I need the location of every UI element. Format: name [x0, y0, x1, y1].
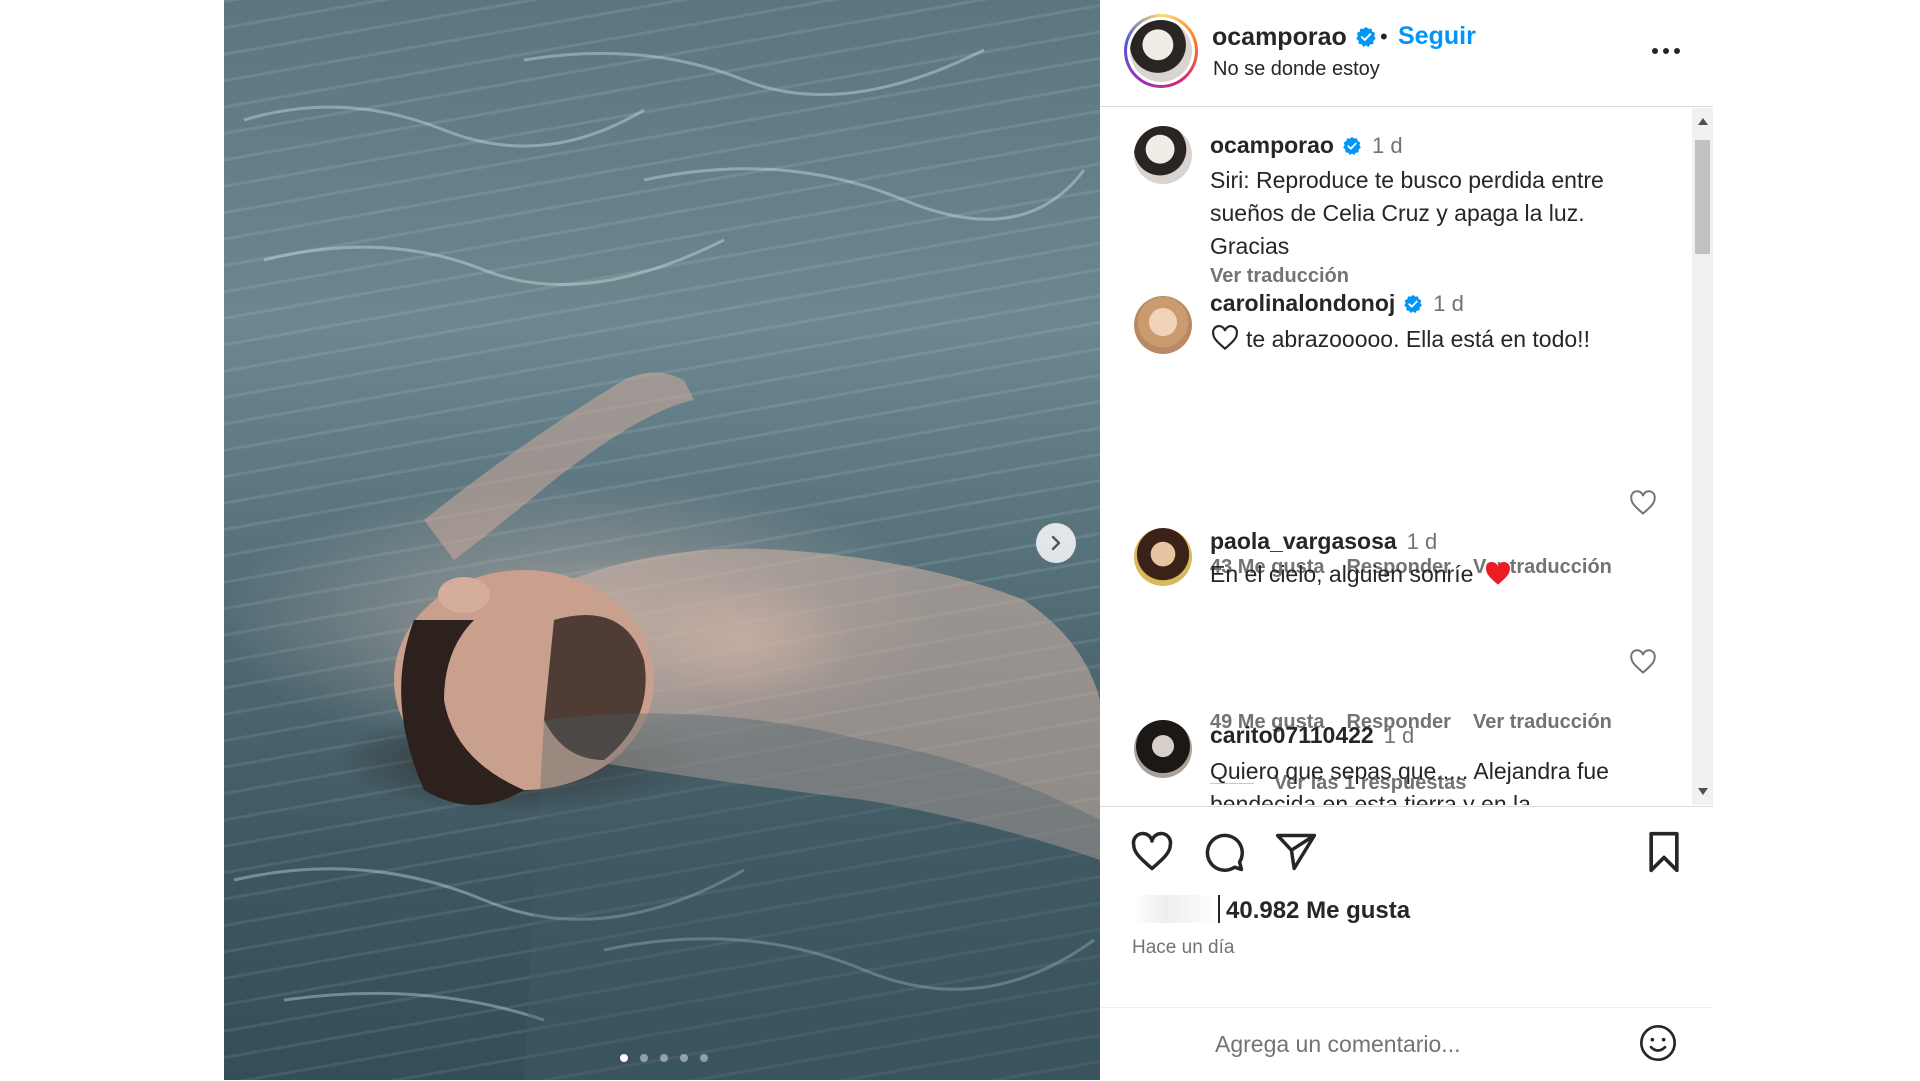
translate-link[interactable]: Ver traducción — [1473, 711, 1612, 734]
author-username-text[interactable]: ocamporao — [1212, 23, 1347, 51]
heart-icon — [1131, 831, 1173, 870]
post-photo[interactable] — [224, 0, 1100, 1080]
author-username[interactable]: ocamporao — [1212, 23, 1377, 52]
post-header: ocamporao • Seguir No se donde estoy — [1100, 0, 1713, 107]
translate-link[interactable]: Ver traducción — [1210, 265, 1349, 288]
comment-time[interactable]: 1 d — [1433, 291, 1464, 316]
like-comment-button[interactable] — [1628, 648, 1658, 678]
red-heart-emoji-icon — [1486, 562, 1511, 585]
avatar[interactable] — [1134, 528, 1192, 586]
scrollbar-thumb[interactable] — [1695, 140, 1710, 254]
post-timestamp[interactable]: Hace un día — [1132, 937, 1234, 959]
verified-badge-icon — [1404, 294, 1423, 314]
comment-username[interactable]: carolinalondonoj 1 d — [1210, 290, 1464, 317]
avatar — [1130, 20, 1192, 82]
post-details-panel: ocamporao • Seguir No se donde estoy oca… — [1100, 0, 1713, 1080]
heart-outline-icon — [1630, 489, 1656, 515]
scroll-up-arrow-icon[interactable] — [1698, 118, 1708, 125]
bookmark-icon — [1649, 831, 1679, 872]
likes-count[interactable]: 40.982 Me gusta — [1132, 895, 1410, 925]
share-button[interactable] — [1272, 829, 1320, 877]
like-button[interactable] — [1128, 829, 1176, 877]
carousel-indicator — [620, 1054, 708, 1062]
comments-scrollbar[interactable] — [1692, 108, 1713, 805]
comment-text: En el cielo, alguien sonríe — [1210, 558, 1650, 591]
carousel-dot — [620, 1054, 628, 1062]
carousel-dot — [660, 1054, 668, 1062]
carousel-next-button[interactable] — [1036, 523, 1076, 563]
comment-text: Quiero que sepas que..... Alejandra fue … — [1210, 758, 1609, 805]
comment-text: te abrazooooo. Ella está en todo!! — [1210, 323, 1610, 356]
verified-badge-icon — [1343, 136, 1361, 156]
location-label[interactable]: No se donde estoy — [1213, 58, 1380, 81]
comment-input[interactable] — [1215, 1024, 1615, 1064]
photo-scene — [233, 48, 1100, 1080]
more-options-button[interactable] — [1652, 36, 1696, 66]
story-ring[interactable] — [1124, 14, 1198, 88]
avatar[interactable] — [1134, 720, 1192, 778]
comment-time[interactable]: 1 d — [1372, 133, 1403, 158]
carousel-dot — [680, 1054, 688, 1062]
heart-outline-icon — [1630, 648, 1656, 674]
separator-dot: • — [1380, 24, 1388, 49]
liked-by-avatars — [1132, 895, 1220, 923]
comment-time[interactable]: 1 d — [1407, 529, 1438, 554]
paper-plane-icon — [1275, 833, 1317, 870]
comment-text: Siri: Reproduce te busco perdida entre s… — [1210, 167, 1604, 259]
save-button[interactable] — [1640, 829, 1688, 877]
comment-button[interactable] — [1200, 829, 1248, 877]
emoji-smile-icon — [1640, 1024, 1676, 1061]
verified-badge-icon — [1356, 26, 1376, 48]
comments-list: ocamporao 1 d Siri: Reproduce te busco pe… — [1100, 108, 1692, 805]
comment-time[interactable]: 1 d — [1384, 723, 1415, 748]
comment-username[interactable]: paola_vargasosa 1 d — [1210, 528, 1437, 555]
emoji-button[interactable] — [1636, 1022, 1680, 1066]
add-comment-bar — [1100, 1007, 1713, 1081]
comment-bubble-icon — [1205, 833, 1244, 872]
carousel-dot — [700, 1054, 708, 1062]
more-dots-icon — [1652, 48, 1658, 54]
chevron-right-icon — [1051, 535, 1061, 551]
avatar[interactable] — [1134, 296, 1192, 354]
like-comment-button[interactable] — [1628, 489, 1658, 519]
comment-username[interactable]: carito07110422 1 d — [1210, 722, 1414, 749]
follow-button[interactable]: Seguir — [1398, 22, 1476, 51]
carousel-dot — [640, 1054, 648, 1062]
avatar[interactable] — [1134, 126, 1192, 184]
scroll-down-arrow-icon[interactable] — [1698, 788, 1708, 795]
comment-username[interactable]: ocamporao 1 d — [1210, 132, 1403, 159]
post-actions-area: 40.982 Me gusta Hace un día — [1100, 806, 1713, 1080]
white-heart-emoji-icon — [1212, 325, 1238, 351]
